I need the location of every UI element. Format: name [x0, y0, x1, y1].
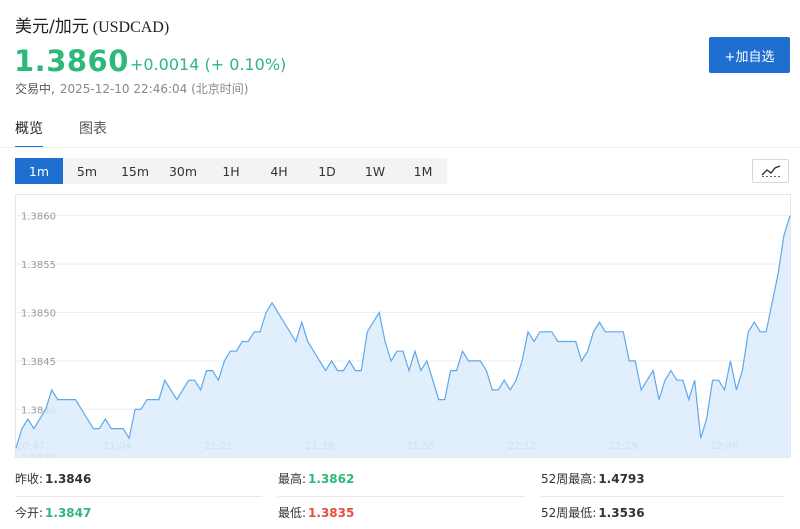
- price-chart[interactable]: 1.38601.38551.38501.38451.38401.383520:4…: [15, 194, 791, 458]
- stat-value: 1.3862: [308, 471, 355, 486]
- instrument-name: 美元/加元: [15, 17, 89, 37]
- stat-value: 1.3536: [598, 505, 645, 520]
- stat-label: 52周最低:: [541, 506, 597, 520]
- line-chart-icon: [761, 165, 780, 177]
- stat-label: 昨收:: [15, 472, 44, 486]
- status-label: 交易中,: [15, 82, 55, 96]
- y-tick-label: 1.3850: [21, 308, 56, 319]
- trading-status: 交易中, 2025-12-10 22:46:04 (北京时间): [15, 80, 248, 97]
- range-1h[interactable]: 1H: [207, 158, 255, 184]
- stat-52w-low: 52周最低: 1.3536: [541, 496, 645, 529]
- add-to-watchlist-button[interactable]: +加自选: [709, 37, 790, 73]
- stat-label: 今开:: [15, 506, 44, 520]
- stat-label: 最高:: [278, 472, 307, 486]
- range-1m[interactable]: 1m: [15, 158, 63, 184]
- range-30m[interactable]: 30m: [159, 158, 207, 184]
- y-tick-label: 1.3845: [21, 357, 56, 368]
- y-tick-label: 1.3860: [21, 212, 56, 223]
- instrument-title: 美元/加元 (USDCAD): [15, 12, 169, 37]
- stat-value: 1.3835: [308, 505, 355, 520]
- tab-chart[interactable]: 图表: [79, 118, 107, 148]
- last-price: 1.3860: [14, 44, 129, 78]
- range-1w[interactable]: 1W: [351, 158, 399, 184]
- stat-prev-close: 昨收: 1.3846: [15, 462, 91, 495]
- tabs-divider: [0, 147, 800, 148]
- view-tabs: 概览 图表: [15, 118, 107, 148]
- stat-value: 1.3846: [45, 471, 92, 486]
- stat-label: 最低:: [278, 506, 307, 520]
- stat-low: 最低: 1.3835: [278, 496, 354, 529]
- stat-label: 52周最高:: [541, 472, 597, 486]
- range-15m[interactable]: 15m: [111, 158, 159, 184]
- range-4h[interactable]: 4H: [255, 158, 303, 184]
- stat-52w-high: 52周最高: 1.4793: [541, 462, 645, 495]
- status-timestamp: 2025-12-10 22:46:04 (北京时间): [59, 82, 249, 96]
- stat-high: 最高: 1.3862: [278, 462, 354, 495]
- time-range-selector: 1m 5m 15m 30m 1H 4H 1D 1W 1M: [15, 158, 447, 184]
- instrument-code: (USDCAD): [92, 19, 170, 36]
- range-1d[interactable]: 1D: [303, 158, 351, 184]
- chart-type-toggle[interactable]: [752, 159, 789, 183]
- stat-value: 1.3847: [45, 505, 92, 520]
- stat-value: 1.4793: [598, 471, 645, 486]
- range-1mo[interactable]: 1M: [399, 158, 447, 184]
- range-5m[interactable]: 5m: [63, 158, 111, 184]
- price-chart-svg: 1.38601.38551.38501.38451.38401.383520:4…: [15, 194, 791, 458]
- stat-open: 今开: 1.3847: [15, 496, 91, 529]
- y-tick-label: 1.3855: [21, 260, 56, 271]
- tab-overview[interactable]: 概览: [15, 118, 43, 148]
- price-change: +0.0014 (+ 0.10%): [130, 55, 287, 74]
